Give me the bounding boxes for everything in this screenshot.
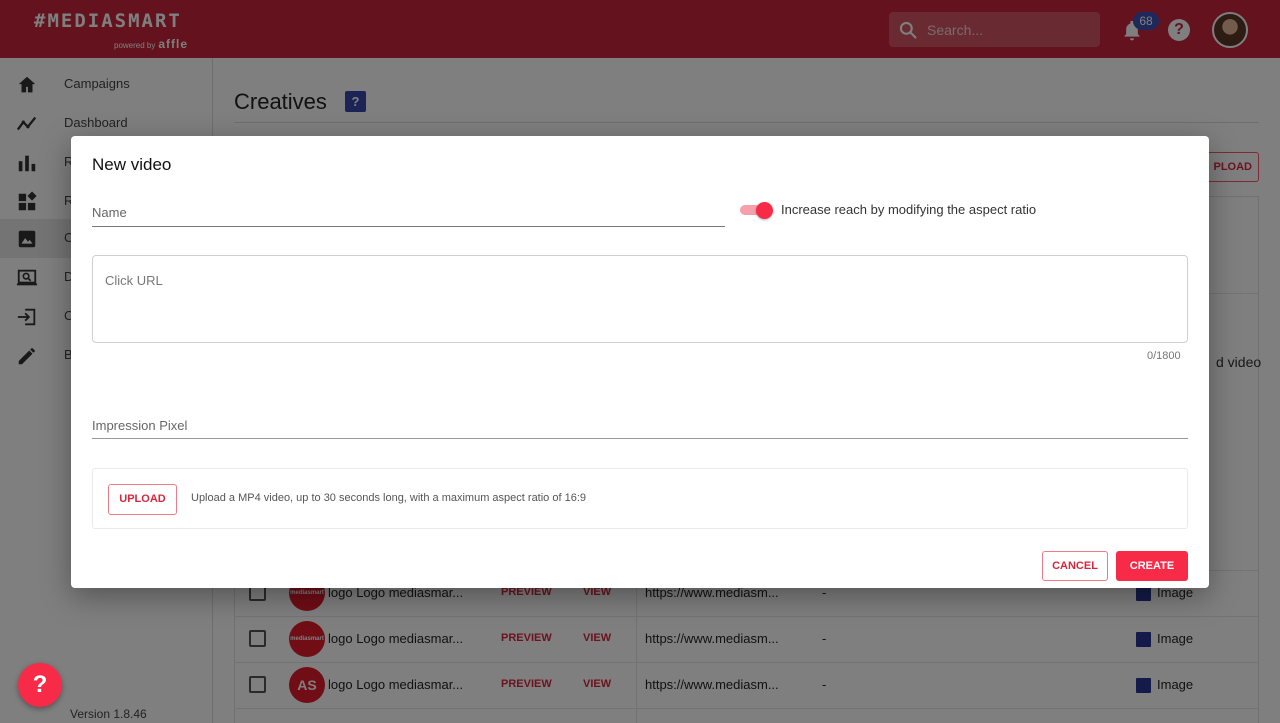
click-url-field[interactable]: Click URL — [92, 255, 1188, 343]
impression-pixel-field[interactable] — [92, 413, 1188, 439]
click-url-label: Click URL — [105, 273, 163, 288]
toggle-knob — [756, 202, 773, 219]
cancel-button[interactable]: CANCEL — [1042, 551, 1108, 581]
aspect-ratio-toggle[interactable] — [740, 202, 774, 219]
help-fab-button[interactable]: ? — [18, 663, 62, 707]
aspect-ratio-toggle-label: Increase reach by modifying the aspect r… — [781, 202, 1037, 217]
upload-video-button[interactable]: UPLOAD — [108, 484, 177, 515]
name-field[interactable] — [92, 200, 725, 227]
upload-hint: Upload a MP4 video, up to 30 seconds lon… — [191, 492, 586, 504]
character-counter: 0/1800 — [1147, 350, 1181, 362]
new-video-dialog: New video Name Increase reach by modifyi… — [71, 136, 1209, 588]
create-button[interactable]: CREATE — [1116, 551, 1188, 581]
video-upload-area: UPLOAD Upload a MP4 video, up to 30 seco… — [92, 468, 1188, 529]
dialog-title: New video — [92, 155, 172, 174]
